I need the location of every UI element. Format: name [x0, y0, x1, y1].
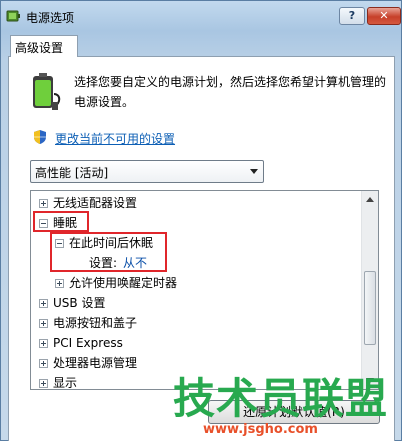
expand-plus-icon[interactable] — [39, 199, 48, 208]
page-description: 选择您要自定义的电源计划，然后选择您希望计算机管理的电源设置。 — [74, 75, 387, 109]
watermark-url: www.jsgho.com — [203, 422, 318, 437]
settings-tree[interactable]: 无线适配器设置 睡眠 在此时间后休眠 设置: 从不 允许使用唤醒定时器 USB … — [30, 190, 379, 390]
window-title: 电源选项 — [26, 11, 75, 25]
uac-shield-icon — [34, 130, 46, 144]
expand-plus-icon[interactable] — [39, 339, 48, 348]
change-unavailable-settings-link[interactable]: 更改当前不可用的设置 — [55, 130, 175, 147]
collapse-minus-icon[interactable] — [39, 219, 48, 228]
expand-plus-icon[interactable] — [39, 359, 48, 368]
tab-advanced-settings[interactable]: 高级设置 — [10, 35, 78, 57]
power-plan-select[interactable]: 高性能 [活动] — [30, 160, 264, 183]
help-button[interactable]: ? — [339, 7, 365, 25]
collapse-minus-icon[interactable] — [55, 239, 64, 248]
battery-plug-icon — [33, 73, 61, 110]
power-options-window: 电源选项 ? ✕ 高级设置 选择您要自定义的电源计划，然后选择您希望计算机管理的… — [0, 0, 402, 441]
expand-plus-icon[interactable] — [39, 319, 48, 328]
close-button[interactable]: ✕ — [367, 7, 401, 25]
watermark-logo: 技术员联盟 www.jsgho.com — [173, 376, 402, 441]
watermark-title: 技术员联盟 — [173, 374, 389, 423]
power-plan-value: 高性能 [活动] — [35, 166, 109, 180]
expand-plus-icon[interactable] — [39, 299, 48, 308]
expand-plus-icon[interactable] — [55, 279, 64, 288]
tree-scrollbar[interactable] — [361, 191, 378, 389]
expand-plus-icon[interactable] — [39, 379, 48, 388]
scroll-thumb[interactable] — [364, 271, 376, 345]
title-bar[interactable]: 电源选项 ? ✕ — [1, 1, 401, 31]
chevron-down-icon — [250, 169, 258, 174]
scroll-up-icon[interactable] — [362, 191, 378, 208]
hibernate-setting-value[interactable]: 从不 — [123, 253, 147, 273]
power-options-icon — [6, 10, 20, 22]
